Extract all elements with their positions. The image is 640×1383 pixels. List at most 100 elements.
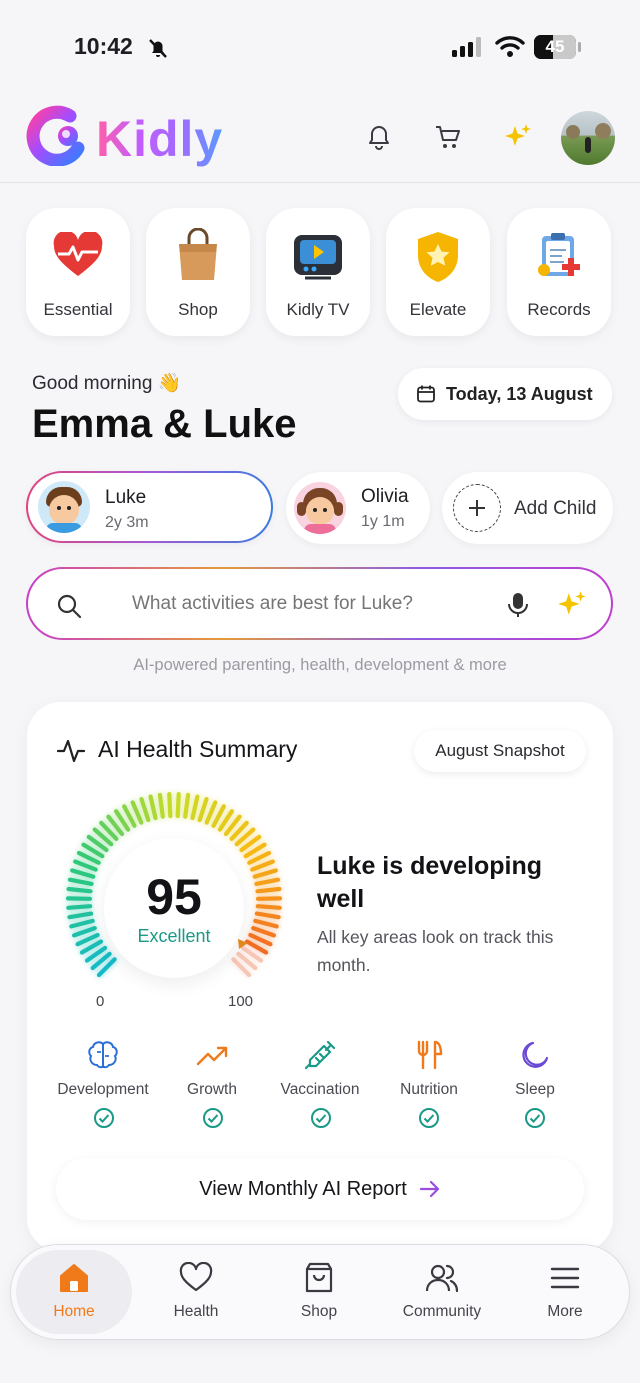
health-score-label: Excellent [137, 926, 211, 946]
plus-icon [453, 484, 501, 532]
gauge-tick [148, 794, 158, 821]
view-report-label: View Monthly AI Report [199, 1177, 407, 1200]
tile-elevate[interactable]: Elevate [386, 208, 490, 336]
nav-label: Shop [300, 1303, 338, 1320]
heart-pulse-icon [53, 232, 103, 276]
gauge-tick [250, 859, 275, 872]
child-age: 2y 3m [105, 514, 149, 531]
gauge-min-label: 0 [96, 993, 105, 1010]
nav-health[interactable]: Health [141, 1261, 251, 1321]
gauge-tick [254, 911, 281, 920]
gauge-tick [139, 797, 151, 823]
category-development[interactable]: Development [48, 1040, 158, 1099]
health-score-value: 95 [146, 869, 202, 925]
nav-label: Home [53, 1303, 95, 1320]
microphone-icon[interactable] [506, 591, 530, 619]
gauge-tick [254, 877, 281, 887]
tile-kidly-tv[interactable]: Kidly TV [266, 208, 370, 336]
check-circle-icon [311, 1108, 331, 1128]
child-age: 1y 1m [361, 513, 405, 530]
ai-sparkle-button[interactable] [496, 115, 540, 159]
gauge-tick [167, 792, 173, 819]
tile-records[interactable]: Records [507, 208, 611, 336]
tile-label: Kidly TV [286, 300, 350, 319]
nav-home[interactable]: Home [19, 1262, 129, 1321]
gauge-tick [67, 877, 94, 887]
signal-icon [452, 37, 481, 57]
menu-icon [550, 1267, 580, 1289]
child-chip-olivia[interactable]: Olivia 1y 1m [286, 472, 430, 544]
gauge-tick [255, 904, 282, 910]
greeting-text: Good morning 👋 [32, 373, 182, 394]
nav-community[interactable]: Community [387, 1262, 497, 1321]
tv-play-icon [294, 235, 342, 280]
syringe-icon [304, 1040, 336, 1070]
nav-shop[interactable]: Shop [264, 1262, 374, 1321]
clipboard-records-icon [538, 233, 580, 276]
activity-pulse-icon [56, 739, 86, 763]
score-circle: 95 Excellent [104, 838, 244, 978]
moon-icon [522, 1041, 549, 1068]
wifi-icon [495, 36, 525, 57]
view-report-button[interactable]: View Monthly AI Report [56, 1158, 584, 1220]
sparkle-icon [505, 124, 531, 146]
gauge-tick [255, 886, 282, 894]
sparkle-icon[interactable] [556, 589, 588, 621]
child-name: Luke [105, 487, 147, 508]
star-shield-icon [418, 232, 458, 282]
child-name: Olivia [361, 486, 409, 507]
search-icon [57, 594, 82, 619]
tile-essential[interactable]: Essential [26, 208, 130, 336]
check-circle-icon [94, 1108, 114, 1128]
add-child-label: Add Child [514, 498, 597, 519]
kidly-logo-icon[interactable] [26, 104, 86, 166]
search-input[interactable] [132, 583, 492, 625]
category-vaccination[interactable]: Vaccination [265, 1040, 375, 1099]
category-growth[interactable]: Growth [157, 1040, 267, 1099]
child-chip-luke[interactable]: Luke 2y 3m [26, 471, 273, 543]
snapshot-chip[interactable]: August Snapshot [414, 730, 586, 772]
category-nutrition[interactable]: Nutrition [374, 1040, 484, 1099]
ai-search-bar[interactable] [26, 567, 613, 640]
tile-shop[interactable]: Shop [146, 208, 250, 336]
home-icon [60, 1264, 88, 1292]
gauge-tick [130, 800, 144, 825]
bell-icon [369, 126, 389, 150]
gauge-tick [70, 868, 96, 879]
category-label: Vaccination [280, 1081, 360, 1098]
category-sleep[interactable]: Sleep [480, 1040, 590, 1099]
child-avatar [38, 481, 90, 533]
notification-bell-button[interactable] [357, 115, 401, 159]
check-circle-icon [525, 1108, 545, 1128]
nav-label: Community [402, 1303, 482, 1320]
cart-button[interactable] [426, 115, 470, 159]
gauge-tick [251, 926, 276, 938]
category-label: Growth [187, 1081, 237, 1098]
category-label: Sleep [515, 1081, 555, 1098]
add-child-button[interactable]: Add Child [442, 472, 613, 544]
gauge-tick [69, 918, 95, 929]
date-chip[interactable]: Today, 13 August [398, 368, 612, 420]
shopping-bag-icon [179, 228, 217, 280]
check-circle-icon [419, 1108, 439, 1128]
people-icon [425, 1264, 459, 1293]
user-avatar[interactable] [561, 111, 615, 165]
arrow-right-icon [419, 1180, 439, 1198]
gauge-max-label: 100 [228, 993, 254, 1010]
page-title: Emma & Luke [32, 402, 297, 446]
calendar-icon [417, 385, 435, 403]
header-divider [0, 182, 640, 183]
gauge-tick [197, 797, 209, 823]
date-label: Today, 13 August [446, 383, 593, 404]
heart-icon [179, 1261, 213, 1292]
gauge-tick [72, 926, 97, 938]
status-time: 10:42 [74, 33, 133, 59]
gauge-tick [190, 794, 200, 821]
gauge-tick [204, 800, 218, 825]
battery-icon: 45 [534, 35, 576, 59]
gauge-tick [66, 886, 93, 894]
trend-up-icon [196, 1046, 228, 1066]
search-caption: AI-powered parenting, health, developmen… [133, 656, 507, 674]
gauge-tick [183, 792, 191, 819]
nav-more[interactable]: More [510, 1262, 620, 1321]
